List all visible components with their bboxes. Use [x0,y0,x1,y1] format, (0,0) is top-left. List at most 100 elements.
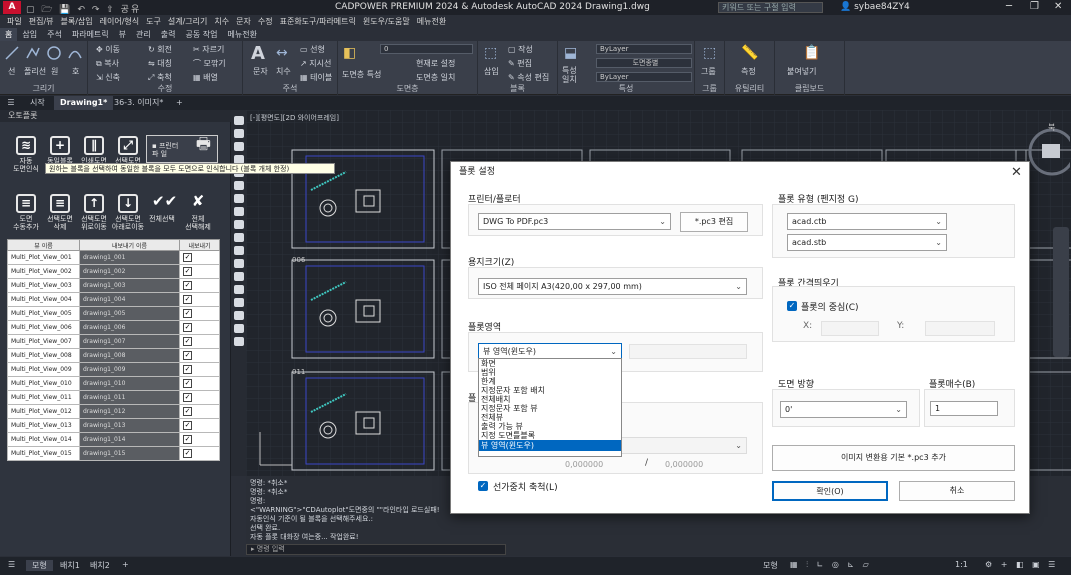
palette-tool-icon[interactable] [234,285,244,294]
export-name-cell[interactable]: drawing1_009 [79,362,180,377]
ribbon-tab[interactable]: 주석 [42,28,67,41]
ribbon-tab[interactable]: 관리 [131,28,156,41]
modify-fillet[interactable]: ⌒ 모깎기 [193,58,226,69]
palette-tool-icon[interactable] [234,324,244,333]
paper-size-select[interactable]: ISO 전체 페이지 A3(420,00 x 297,00 mm) ⌄ [478,278,747,295]
export-checkbox[interactable]: ✓ [183,379,192,388]
modify-stretch[interactable]: ⇲ 신축 [96,72,120,83]
view-name-cell[interactable]: Multi_Plot_View_009 [7,362,80,377]
export-checkbox[interactable]: ✓ [183,449,192,458]
menu-item[interactable]: 메뉴전환 [417,15,446,28]
table-row[interactable]: Multi_Plot_View_009 drawing1_009 ✓ [7,362,220,377]
manual-add-button[interactable]: ≡ 도면 수동추가 [8,194,44,231]
layer-set-current[interactable]: 현재로 설정 [416,58,455,69]
export-name-cell[interactable]: drawing1_010 [79,376,180,391]
ok-button[interactable]: 확인(O) [772,481,888,501]
printer-file-toggle[interactable]: ▪ 프린터 파 일 🖶 [146,135,218,163]
export-name-cell[interactable]: drawing1_003 [79,278,180,293]
select-all-button[interactable]: ✔✔ 전체선택 [144,194,180,224]
add-image-pc3-button[interactable]: 이미지 변환용 기본 *.pc3 추가 [772,445,1015,471]
circle-icon[interactable] [46,45,61,60]
dropdown-option[interactable]: 지정문자 포함 뷰 [479,404,621,413]
export-name-cell[interactable]: drawing1_006 [79,320,180,335]
search-input[interactable]: 키워드 또는 구절 입력 [718,2,823,13]
export-name-cell[interactable]: drawing1_013 [79,418,180,433]
plot-style-select-1[interactable]: acad.ctb ⌄ [787,213,947,230]
view-name-cell[interactable]: Multi_Plot_View_002 [7,264,80,279]
block-create[interactable]: ▢ 작성 [508,44,533,55]
palette-tool-icon[interactable] [234,311,244,320]
dropdown-option[interactable]: 뷰 영역(윈도우) [479,440,621,451]
menu-item[interactable]: 치수 [214,15,229,28]
export-checkbox[interactable]: ✓ [183,309,192,318]
palette-tool-icon[interactable] [234,337,244,346]
status-tools[interactable]: ⚙ + ◧ ▣ ☰ [985,560,1058,569]
export-name-cell[interactable]: drawing1_007 [79,334,180,349]
center-plot-checkbox[interactable]: ✓ [787,301,797,311]
ribbon-tab[interactable]: 메뉴전환 [222,28,261,41]
autocad-logo[interactable]: A [3,1,21,14]
dropdown-option[interactable]: 한계 [479,377,621,386]
export-checkbox[interactable]: ✓ [183,365,192,374]
doc-tab-start[interactable]: 시작 [24,96,51,110]
cancel-button[interactable]: 취소 [899,481,1015,501]
line-icon[interactable] [4,45,19,60]
auto-recognize-button[interactable]: ≋ 자동 도면인식 [8,136,44,173]
annot-table[interactable]: ▦ 테이블 [300,72,332,83]
export-checkbox[interactable]: ✓ [183,407,192,416]
menu-item[interactable]: 윈도우/도움말 [363,15,410,28]
dropdown-option[interactable]: 지정문자 포함 배치 [479,386,621,395]
palette-tool-icon[interactable] [234,116,244,125]
layer-dropdown[interactable]: 0 [380,44,473,54]
export-name-cell[interactable]: drawing1_012 [79,404,180,419]
modify-trim[interactable]: ✂ 자르기 [193,44,224,55]
export-name-cell[interactable]: drawing1_015 [79,446,180,461]
table-row[interactable]: Multi_Plot_View_007 drawing1_007 ✓ [7,334,220,349]
dimension-icon[interactable]: ↔ [276,45,288,61]
menu-item[interactable]: 편집/뷰 [29,15,54,28]
viewport-label[interactable]: [-][평면도][2D 와이어프레임] [250,113,339,123]
export-name-cell[interactable]: drawing1_011 [79,390,180,405]
export-name-cell[interactable]: drawing1_005 [79,306,180,321]
view-name-cell[interactable]: Multi_Plot_View_014 [7,432,80,447]
ribbon-tab[interactable]: 공동 작업 [181,28,223,41]
annot-leader[interactable]: ↗ 지시선 [300,58,331,69]
ribbon-tab[interactable]: 홈 [0,28,18,41]
move-up-button[interactable]: ↑ 선택도면 위로이동 [76,194,112,231]
table-row[interactable]: Multi_Plot_View_004 drawing1_004 ✓ [7,292,220,307]
table-row[interactable]: Multi_Plot_View_012 drawing1_012 ✓ [7,404,220,419]
navigation-bar[interactable] [1053,227,1069,357]
close-icon[interactable]: ✕ [1054,1,1062,12]
annot-linear[interactable]: ▭ 선형 [300,44,325,55]
palette-tool-icon[interactable] [234,259,244,268]
table-row[interactable]: Multi_Plot_View_013 drawing1_013 ✓ [7,418,220,433]
ribbon-tab[interactable]: 파라메트릭 [67,28,114,41]
dropdown-option[interactable]: 범위 [479,368,621,377]
pc3-edit-button[interactable]: *.pc3 편집 [680,212,748,232]
layout-tab-1[interactable]: 배치1 [60,560,80,571]
viewcube[interactable]: 북 [1026,122,1071,182]
user-name[interactable]: 👤 sybae84ZY4 [840,2,910,12]
group-icon[interactable]: ⬚ [703,45,716,61]
menu-item[interactable]: 파일 [7,15,22,28]
dropdown-option[interactable]: 출력 가능 뷰 [479,422,621,431]
palette-tool-icon[interactable] [234,194,244,203]
printer-select[interactable]: DWG To PDF.pc3 ⌄ [478,213,671,230]
view-name-cell[interactable]: Multi_Plot_View_006 [7,320,80,335]
dialog-close-icon[interactable]: ✕ [1011,165,1022,180]
dropdown-option[interactable]: 지정 도면틀블록 [479,431,621,440]
dropdown-option[interactable]: 화면 [479,359,621,368]
table-row[interactable]: Multi_Plot_View_005 drawing1_005 ✓ [7,306,220,321]
layer-properties-icon[interactable]: ◧ [343,45,356,61]
drafting-toggles[interactable]: ▦ ⫶ ∟ ◎ ⊾ ▱ [790,560,872,570]
doc-tab-drawing1[interactable]: Drawing1* [54,96,114,110]
modify-array[interactable]: ▦ 배열 [193,72,218,83]
export-checkbox[interactable]: ✓ [183,351,192,360]
menu-item[interactable]: 블록/삽입 [61,15,93,28]
view-name-cell[interactable]: Multi_Plot_View_012 [7,404,80,419]
table-row[interactable]: Multi_Plot_View_015 drawing1_015 ✓ [7,446,220,461]
move-down-button[interactable]: ↓ 선택도면 아래로이동 [110,194,146,231]
layer-match[interactable]: 도면층 일치 [416,72,455,83]
modify-rotate[interactable]: ↻ 회전 [148,44,172,55]
export-checkbox[interactable]: ✓ [183,435,192,444]
